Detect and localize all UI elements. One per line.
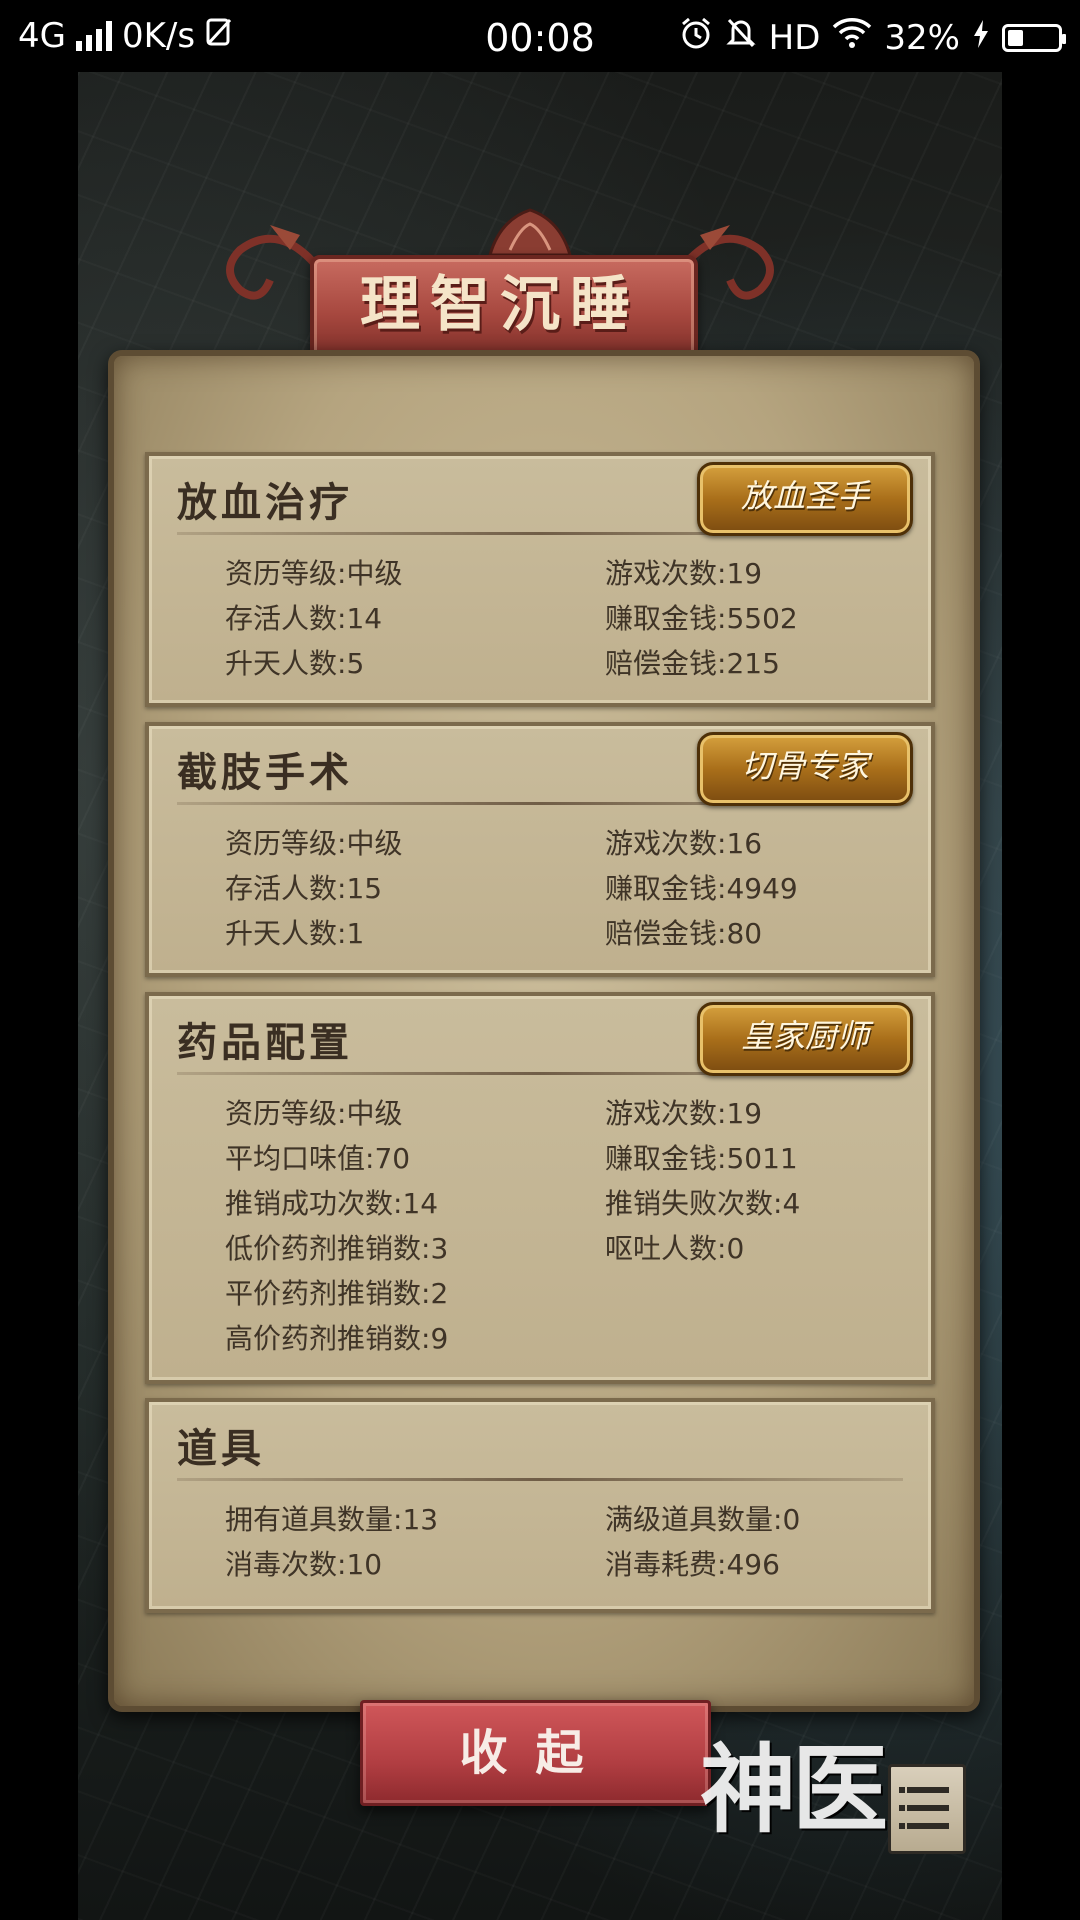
stat-survivors: 存活人数:14 — [225, 602, 383, 635]
section-title: 药品配置 — [177, 1019, 353, 1066]
stat-deaths: 升天人数:5 — [225, 647, 365, 680]
menu-list-icon[interactable] — [888, 1764, 966, 1854]
stat-items-owned: 拥有道具数量:13 — [225, 1503, 439, 1536]
section-amputation: 截肢手术 切骨专家 资历等级:中级 游戏次数:16 存活人数:15 赚取金钱:4… — [145, 722, 935, 977]
stat-disinfect-count: 消毒次数:10 — [225, 1548, 383, 1581]
title-banner: 理智沉睡 — [226, 150, 774, 363]
status-right: HD 32% — [679, 16, 1066, 59]
section-title: 截肢手术 — [177, 749, 353, 796]
stat-compensation: 赔偿金钱:80 — [605, 917, 763, 950]
stat-deaths: 升天人数:1 — [225, 917, 365, 950]
screen: 4G 0K/s 00:08 HD 32% 理智沉睡 放血治疗 放血圣手 资历等级… — [0, 0, 1080, 1920]
collapse-button[interactable]: 收起 — [360, 1700, 711, 1806]
stat-rank: 资历等级:中级 — [225, 1097, 403, 1130]
section-title: 道具 — [177, 1425, 265, 1472]
stat-high-price-sales: 高价药剂推销数:9 — [225, 1322, 449, 1355]
stat-survivors: 存活人数:15 — [225, 872, 383, 905]
stat-earned: 赚取金钱:5011 — [605, 1142, 798, 1175]
stat-sales-success: 推销成功次数:14 — [225, 1187, 439, 1220]
stat-disinfect-cost: 消毒耗费:496 — [605, 1548, 780, 1581]
status-bar: 4G 0K/s 00:08 HD 32% — [0, 0, 1080, 72]
crest-ornament-icon — [488, 208, 572, 257]
stat-earned: 赚取金钱:4949 — [605, 872, 798, 905]
stat-games: 游戏次数:19 — [605, 1097, 763, 1130]
battery-icon — [1002, 23, 1066, 52]
stat-rank: 资历等级:中级 — [225, 827, 403, 860]
bell-off-icon — [725, 16, 757, 59]
stat-earned: 赚取金钱:5502 — [605, 602, 798, 635]
stat-compensation: 赔偿金钱:215 — [605, 647, 780, 680]
stat-vomit: 呕吐人数:0 — [605, 1232, 745, 1265]
section-bloodletting: 放血治疗 放血圣手 资历等级:中级 游戏次数:19 存活人数:14 赚取金钱:5… — [145, 452, 935, 707]
alarm-icon — [679, 16, 713, 59]
stat-avg-taste: 平均口味值:70 — [225, 1142, 411, 1175]
wifi-icon — [832, 17, 872, 58]
stat-games: 游戏次数:16 — [605, 827, 763, 860]
title-badge: 切骨专家 — [697, 732, 913, 806]
stat-sales-fail: 推销失败次数:4 — [605, 1187, 801, 1220]
title-badge: 皇家厨师 — [697, 1002, 913, 1076]
battery-percent: 32% — [884, 17, 960, 58]
title-badge: 放血圣手 — [697, 462, 913, 536]
stat-mid-price-sales: 平价药剂推销数:2 — [225, 1277, 449, 1310]
divider — [177, 1478, 903, 1481]
charging-bolt-icon — [972, 18, 990, 58]
section-title: 放血治疗 — [177, 479, 353, 526]
page-title: 理智沉睡 — [360, 270, 640, 340]
stat-low-price-sales: 低价药剂推销数:3 — [225, 1232, 449, 1265]
stat-rank: 资历等级:中级 — [225, 557, 403, 590]
section-items: 道具 拥有道具数量:13 满级道具数量:0 消毒次数:10 消毒耗费:496 — [145, 1398, 935, 1613]
hd-label: HD — [768, 17, 821, 58]
stat-items-maxed: 满级道具数量:0 — [605, 1503, 801, 1536]
stat-games: 游戏次数:19 — [605, 557, 763, 590]
section-medicine: 药品配置 皇家厨师 资历等级:中级 游戏次数:19 平均口味值:70 赚取金钱:… — [145, 992, 935, 1384]
